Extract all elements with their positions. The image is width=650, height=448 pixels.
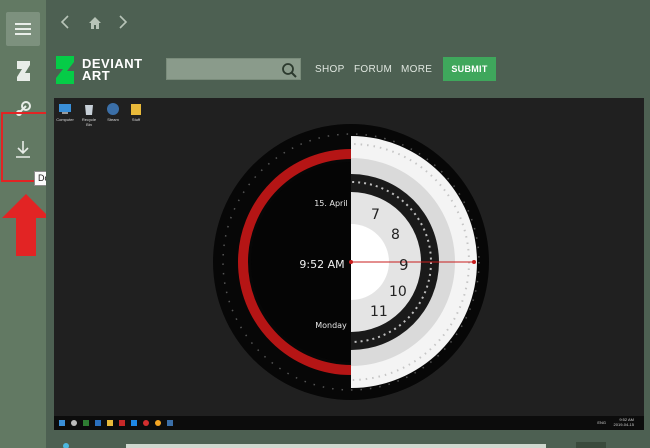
home-button[interactable] xyxy=(86,13,104,31)
dial-hour: 8 xyxy=(391,227,400,243)
clock-day: Monday xyxy=(315,321,347,330)
deviantart-icon xyxy=(17,61,30,81)
clock-wallpaper xyxy=(213,124,489,400)
forward-button[interactable] xyxy=(114,13,132,31)
red-arrow-icon xyxy=(2,194,50,256)
dial-hour: 11 xyxy=(370,304,388,320)
chevron-left-icon xyxy=(60,15,69,29)
nav-shop[interactable]: SHOP xyxy=(315,64,345,75)
home-icon xyxy=(89,16,101,29)
nav-forum[interactable]: FORUM xyxy=(354,64,392,75)
windows-taskbar: ENG 9:52 AM 2019-04-15 xyxy=(54,416,644,430)
taskbar-icons xyxy=(59,420,173,426)
clock-date: 15. April xyxy=(314,199,348,208)
sidebar-item-deviantart[interactable] xyxy=(6,54,40,88)
chevron-right-icon xyxy=(119,15,128,29)
submit-button[interactable]: SUBMIT xyxy=(443,57,496,81)
taskbar-date: 2019-04-15 xyxy=(613,422,634,427)
back-button[interactable] xyxy=(56,13,74,31)
top-nav-bar xyxy=(46,0,650,44)
clock-time: 9:52 AM xyxy=(299,258,345,271)
dial-hour: 9 xyxy=(399,256,409,274)
hamburger-icon xyxy=(15,23,31,35)
dial-hour: 7 xyxy=(371,207,380,223)
search-input[interactable] xyxy=(166,58,301,80)
cutoff-content xyxy=(63,442,606,448)
taskbar-lang: ENG xyxy=(597,420,606,425)
menu-button[interactable] xyxy=(6,12,40,46)
deviation-image[interactable]: Computer Recycle Bin Steam Stuff 15. Apr xyxy=(54,98,644,430)
search-icon[interactable] xyxy=(281,62,297,78)
deviantart-header: DEVIANT ART SHOP FORUM MORE SUBMIT xyxy=(46,44,650,94)
nav-more[interactable]: MORE xyxy=(401,64,432,75)
dial-hour: 10 xyxy=(389,284,407,300)
deviantart-logo[interactable]: DEVIANT ART xyxy=(54,56,149,84)
deviantart-logo-icon xyxy=(56,56,74,84)
logo-line2: ART xyxy=(82,68,111,83)
